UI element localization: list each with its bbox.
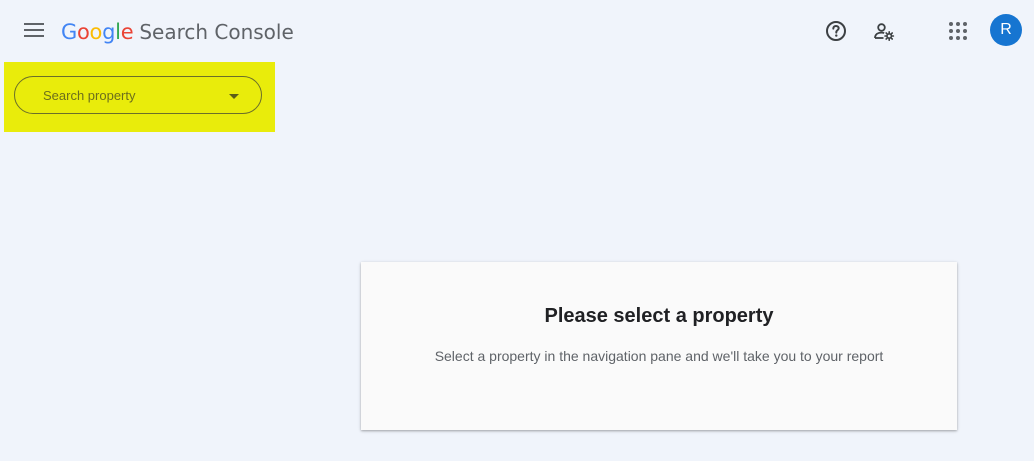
apps-grid-icon [949,22,967,40]
help-button[interactable] [820,15,852,47]
top-app-bar: Google Search Console R [0,0,1034,62]
search-console-logo[interactable]: Google Search Console [61,16,294,48]
dropdown-arrow-icon [229,94,239,99]
product-name: Search Console [139,20,294,44]
avatar-initial: R [1000,21,1012,38]
card-subtitle: Select a property in the navigation pane… [434,348,884,364]
logo-letter: e [120,20,134,44]
logo-letter: o [89,20,103,44]
google-apps-button[interactable] [942,15,974,47]
google-wordmark: Google [61,16,134,48]
help-icon [826,21,846,41]
search-property-dropdown[interactable]: Search property [14,76,262,114]
menu-icon[interactable] [22,20,46,40]
search-property-placeholder: Search property [43,88,136,103]
card-title: Please select a property [544,305,774,327]
logo-letter: G [61,20,77,44]
manage-users-icon [874,23,895,41]
logo-letter: g [102,20,116,44]
account-avatar[interactable]: R [990,14,1022,46]
logo-letter: o [76,20,90,44]
select-property-card: Please select a property Select a proper… [361,262,957,430]
manage-users-button[interactable] [868,15,900,47]
